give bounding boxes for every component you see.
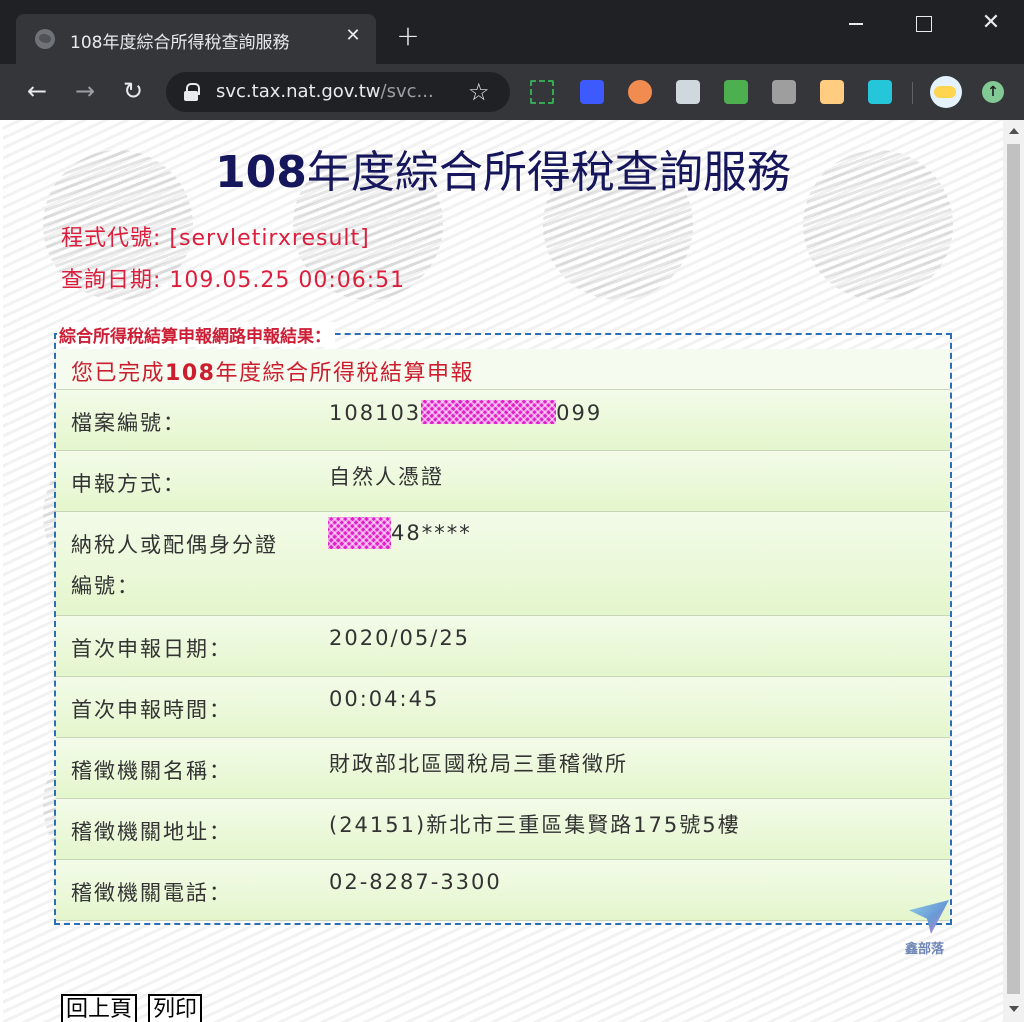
- bookmark-star-icon[interactable]: ☆: [468, 78, 490, 106]
- lock-icon[interactable]: [184, 83, 200, 101]
- address-bar[interactable]: svc.tax.nat.gov.tw/svc... ☆: [166, 72, 510, 112]
- page-title-text: 年度綜合所得稅查詢服務: [306, 147, 791, 198]
- blog-logo: 鑫部落: [901, 900, 961, 960]
- row-label: 檔案編號：: [71, 411, 186, 435]
- browser-tab[interactable]: 108年度綜合所得稅查詢服務 ✕: [16, 14, 376, 64]
- search-extension-icon[interactable]: [580, 80, 604, 104]
- file-number-value: 108103 099: [329, 400, 602, 425]
- avatar-extension-icon[interactable]: [628, 80, 652, 104]
- reload-button[interactable]: ↻: [118, 76, 148, 106]
- forward-button[interactable]: →: [70, 76, 100, 106]
- filing-method-value: 自然人憑證: [329, 465, 444, 489]
- url-text[interactable]: svc.tax.nat.gov.tw/svc...: [216, 81, 434, 102]
- redaction-mark: [421, 400, 557, 424]
- screenshot-extension-icon[interactable]: [530, 80, 554, 104]
- table-row: 納稅人或配偶身分證 編號： 48****: [56, 512, 950, 616]
- scroll-down-arrow-icon[interactable]: [1009, 1006, 1019, 1012]
- code-extension-icon[interactable]: [772, 80, 796, 104]
- completion-prefix: 您已完成: [71, 361, 166, 386]
- completion-row: 您已完成108年度綜合所得稅結算申報: [56, 349, 950, 390]
- notes-extension-icon[interactable]: [676, 80, 700, 104]
- id-number-value: 48****: [328, 517, 472, 549]
- result-table: 您已完成108年度綜合所得稅結算申報 檔案編號： 108103 099 申報方式：…: [56, 349, 950, 921]
- id-number-suffix: 48****: [391, 521, 472, 545]
- mail-extension-icon[interactable]: [724, 80, 748, 104]
- program-code: 程式代號: [servletirxresult]: [61, 226, 370, 251]
- table-row: 稽徵機關地址： (24151)新北市三重區集賢路175號5樓: [56, 799, 950, 860]
- print-button[interactable]: 列印: [148, 994, 203, 1022]
- file-number-suffix: 099: [556, 401, 603, 425]
- row-label: 稽徵機關地址：: [71, 820, 232, 844]
- close-window-button[interactable]: ✕: [978, 10, 1004, 36]
- toolbar-divider: [912, 82, 913, 104]
- table-row: 首次申報日期： 2020/05/25: [56, 616, 950, 677]
- browser-toolbar: ← → ↻ svc.tax.nat.gov.tw/svc... ☆ ↑: [0, 64, 1024, 120]
- back-page-button[interactable]: 回上頁: [61, 994, 138, 1022]
- update-icon[interactable]: ↑: [982, 81, 1004, 103]
- row-label: 首次申報日期：: [71, 637, 232, 661]
- completion-year: 108: [165, 361, 216, 386]
- page-title: 108年度綜合所得稅查詢服務: [3, 136, 1003, 200]
- globe-icon: [35, 29, 55, 49]
- face-extension-icon[interactable]: [820, 80, 844, 104]
- logo-text: 鑫部落: [905, 942, 945, 957]
- completion-suffix: 年度綜合所得稅結算申報: [215, 361, 474, 386]
- row-label: 稽徵機關名稱：: [71, 759, 232, 783]
- row-label: 納稅人或配偶身分證: [71, 533, 278, 557]
- new-tab-button[interactable]: +: [394, 22, 422, 50]
- redaction-mark: [328, 517, 391, 549]
- table-row: 檔案編號： 108103 099: [56, 390, 950, 451]
- tax-office-phone-value: 02-8287-3300: [329, 870, 502, 894]
- maximize-window-button[interactable]: [910, 10, 936, 36]
- scrollbar-thumb[interactable]: [1007, 144, 1020, 994]
- table-row: 申報方式： 自然人憑證: [56, 451, 950, 512]
- page-title-year: 108: [215, 147, 307, 198]
- page-viewport: 108年度綜合所得稅查詢服務 程式代號: [servletirxresult] …: [3, 120, 1003, 1022]
- url-path: /svc...: [380, 81, 434, 102]
- tax-office-name-value: 財政部北區國稅局三重稽徵所: [329, 752, 628, 776]
- query-date: 查詢日期: 109.05.25 00:06:51: [61, 268, 406, 293]
- browser-tab-bar: 108年度綜合所得稅查詢服務 ✕ + ✕: [0, 0, 1024, 64]
- tab-close-icon[interactable]: ✕: [342, 25, 364, 47]
- vertical-scrollbar[interactable]: [1003, 120, 1024, 1022]
- back-button[interactable]: ←: [22, 76, 52, 106]
- table-row: 稽徵機關電話： 02-8287-3300: [56, 860, 950, 921]
- tax-office-address-value: (24151)新北市三重區集賢路175號5樓: [329, 813, 741, 837]
- row-label-continued: 編號：: [71, 574, 140, 598]
- first-filing-date-value: 2020/05/25: [329, 626, 471, 650]
- minimize-window-button[interactable]: [842, 10, 868, 36]
- weather-extension-icon[interactable]: [930, 76, 962, 108]
- table-row: 首次申報時間： 00:04:45: [56, 677, 950, 738]
- table-row: 稽徵機關名稱： 財政部北區國稅局三重稽徵所: [56, 738, 950, 799]
- row-label: 稽徵機關電話：: [71, 881, 232, 905]
- first-filing-time-value: 00:04:45: [329, 687, 440, 711]
- row-label: 首次申報時間：: [71, 698, 232, 722]
- url-domain: svc.tax.nat.gov.tw: [216, 81, 381, 102]
- row-label: 申報方式：: [71, 472, 186, 496]
- tab-title: 108年度綜合所得稅查詢服務: [70, 33, 290, 53]
- paper-plane-icon: [909, 900, 949, 934]
- share-extension-icon[interactable]: [868, 80, 892, 104]
- result-legend: 綜合所得稅結算申報網路申報結果：: [57, 322, 335, 347]
- file-number-prefix: 108103: [329, 401, 422, 425]
- scroll-up-arrow-icon[interactable]: [1009, 128, 1019, 134]
- completion-message: 您已完成108年度綜合所得稅結算申報: [71, 355, 474, 387]
